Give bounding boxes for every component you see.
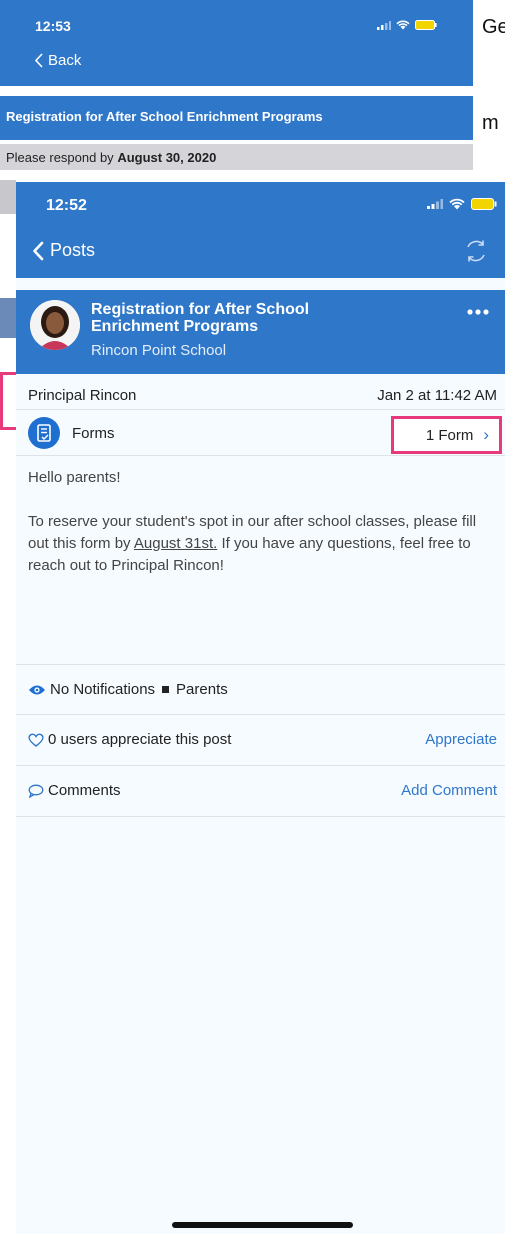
background-status-bar: 12:53 Back xyxy=(0,0,473,86)
background-respond-by: Please respond by August 30, 2020 xyxy=(0,144,473,170)
background-back-button: Back xyxy=(34,52,81,69)
refresh-icon[interactable] xyxy=(463,238,489,264)
background-screenshot: 12:53 Back Registration for After School… xyxy=(0,0,473,210)
battery-icon xyxy=(471,198,497,210)
visibility-row: No Notifications Parents xyxy=(16,664,505,715)
post-date: Jan 2 at 11:42 AM xyxy=(377,387,497,404)
battery-icon xyxy=(415,20,437,30)
comment-bubble-icon xyxy=(28,784,44,798)
background-back-label: Back xyxy=(48,52,82,69)
comments-label: Comments xyxy=(48,782,121,799)
post-message: To reserve your student's spot in our af… xyxy=(28,511,500,577)
form-document-icon xyxy=(37,424,51,442)
comments-info: Comments xyxy=(28,782,121,799)
back-label: Posts xyxy=(50,240,96,260)
add-comment-button[interactable]: Add Comment xyxy=(401,782,497,799)
visibility-info: No Notifications Parents xyxy=(28,681,228,698)
side-text-bottom: m xyxy=(482,112,499,134)
wifi-icon xyxy=(396,20,410,30)
form-count-button[interactable]: 1 Form › xyxy=(391,416,502,454)
wifi-icon xyxy=(449,198,465,210)
background-stub-blue xyxy=(0,298,16,338)
post-body: Hello parents! To reserve your student's… xyxy=(28,467,500,599)
side-text-top: Ge xyxy=(482,16,505,38)
nav-header: 12:52 Posts xyxy=(16,182,505,278)
appreciation-info: 0 users appreciate this post xyxy=(28,731,231,748)
appreciation-count: 0 users appreciate this post xyxy=(48,731,232,748)
back-button[interactable]: Posts xyxy=(32,240,95,261)
post-greeting: Hello parents! xyxy=(28,469,121,486)
chevron-left-icon xyxy=(33,241,44,260)
appreciate-button[interactable]: Appreciate xyxy=(425,731,497,748)
post-school: Rincon Point School xyxy=(91,342,227,359)
appreciation-row: 0 users appreciate this post Appreciate xyxy=(16,715,505,766)
background-status-icons xyxy=(377,20,437,30)
author-photo xyxy=(30,300,80,350)
signal-icon xyxy=(427,199,443,209)
comments-row: Comments Add Comment xyxy=(16,766,505,817)
foreground-screenshot: 12:52 Posts Registration for After Schoo… xyxy=(16,182,505,1234)
bullet-separator-icon xyxy=(162,686,170,693)
background-respond-date: August 30, 2020 xyxy=(117,150,217,165)
form-count-label: 1 Form xyxy=(425,426,474,444)
background-post-title: Registration for After School Enrichment… xyxy=(0,96,473,140)
chevron-left-icon xyxy=(34,53,43,68)
author-row: Principal Rincon Jan 2 at 11:42 AM xyxy=(16,382,505,410)
more-options-icon[interactable] xyxy=(465,304,491,320)
post-deadline: August 31st. xyxy=(133,535,218,552)
status-icons xyxy=(427,198,497,210)
visibility-label: No Notifications xyxy=(50,681,156,698)
heart-icon xyxy=(28,733,44,747)
home-indicator[interactable] xyxy=(172,1222,353,1228)
post-header: Registration for After School Enrichment… xyxy=(16,290,505,374)
left-highlight-box xyxy=(0,372,17,430)
forms-label: Forms xyxy=(72,425,115,442)
status-time: 12:52 xyxy=(46,197,87,214)
forms-row[interactable]: Forms 1 Form › xyxy=(16,410,505,456)
eye-icon xyxy=(29,685,45,694)
background-stub xyxy=(0,180,16,214)
author-name: Principal Rincon xyxy=(28,387,137,404)
chevron-right-icon: › xyxy=(483,425,489,444)
avatar xyxy=(30,300,80,350)
signal-icon xyxy=(377,20,391,30)
post-title: Registration for After School Enrichment… xyxy=(91,301,310,335)
forms-icon xyxy=(28,417,60,449)
audience-label: Parents xyxy=(176,681,228,698)
background-time: 12:53 xyxy=(35,18,71,34)
background-respond-prefix: Please respond by xyxy=(6,150,114,165)
